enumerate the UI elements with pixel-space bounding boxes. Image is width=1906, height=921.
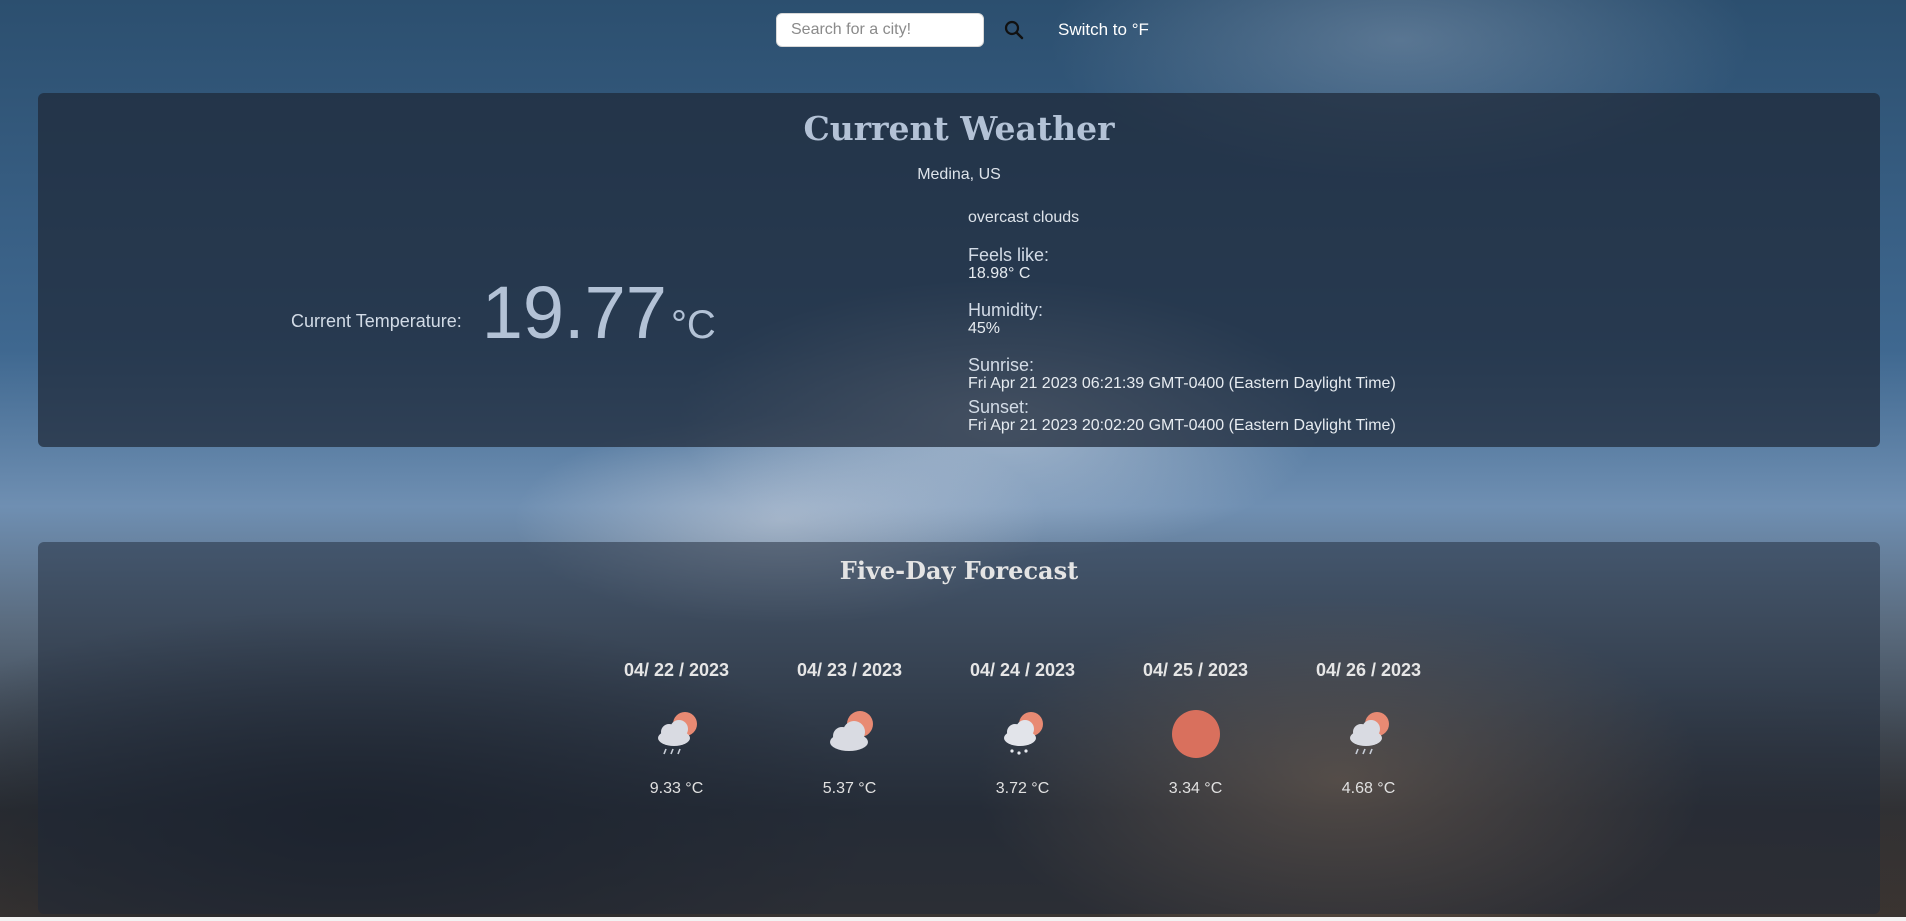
sunset-value: Fri Apr 21 2023 20:02:20 GMT-0400 (Easte… — [968, 417, 1396, 434]
forecast-day: 04/ 24 / 2023 3.72 °C — [936, 660, 1109, 798]
forecast-title: Five-Day Forecast — [839, 556, 1079, 585]
current-temperature-unit: °C — [670, 303, 716, 347]
feels-like-value: 18.98° C — [968, 265, 1031, 282]
five-day-forecast-panel: Five-Day Forecast 04/ 22 / 2023 9.33 °C … — [38, 542, 1880, 914]
forecast-days: 04/ 22 / 2023 9.33 °C 04/ 23 / 2023 5.37… — [590, 660, 1455, 798]
forecast-day: 04/ 26 / 2023 4.68 °C — [1282, 660, 1455, 798]
location-label: Medina, US — [917, 166, 1001, 183]
current-temperature-value: 19.77 — [481, 271, 667, 354]
current-temperature-label: Current Temperature: — [291, 311, 462, 331]
humidity-group: Humidity: 45% — [968, 300, 1396, 338]
humidity-label: Humidity: — [968, 300, 1044, 320]
search-icon — [1004, 20, 1024, 40]
forecast-temp: 5.37 °C — [822, 780, 877, 797]
forecast-temp: 9.33 °C — [649, 780, 704, 797]
forecast-day: 04/ 22 / 2023 9.33 °C — [590, 660, 763, 798]
search-bar: Switch to °F — [776, 13, 1149, 47]
sunrise-label: Sunrise: — [968, 355, 1035, 375]
unit-toggle-button[interactable]: Switch to °F — [1058, 20, 1149, 40]
current-temperature: Current Temperature: 19.77 °C — [291, 276, 716, 350]
current-weather-title: Current Weather — [803, 109, 1115, 148]
feels-like-label: Feels like: — [968, 245, 1050, 265]
forecast-date: 04/ 22 / 2023 — [623, 660, 730, 680]
forecast-temp: 4.68 °C — [1341, 780, 1396, 797]
forecast-temp: 3.34 °C — [1168, 780, 1223, 797]
sunset-label: Sunset: — [968, 397, 1030, 417]
forecast-temp: 3.72 °C — [995, 780, 1050, 797]
snow-cloud-sun-icon — [1003, 712, 1043, 755]
humidity-value: 45% — [968, 320, 1001, 337]
forecast-date: 04/ 26 / 2023 — [1315, 660, 1422, 680]
search-button[interactable] — [1002, 18, 1026, 42]
sunset-group: Sunset: Fri Apr 21 2023 20:02:20 GMT-040… — [968, 397, 1396, 435]
forecast-date: 04/ 25 / 2023 — [1142, 660, 1249, 680]
feels-like-group: Feels like: 18.98° C — [968, 245, 1396, 283]
cloud-sun-icon — [829, 711, 873, 751]
page-bottom-edge — [0, 917, 1906, 921]
forecast-date: 04/ 23 / 2023 — [796, 660, 903, 680]
current-weather-panel: Current Weather Medina, US Current Tempe… — [38, 93, 1880, 447]
forecast-date: 04/ 24 / 2023 — [969, 660, 1076, 680]
sunrise-value: Fri Apr 21 2023 06:21:39 GMT-0400 (Easte… — [968, 375, 1396, 392]
forecast-day: 04/ 25 / 2023 3.34 °C — [1109, 660, 1282, 798]
city-search-input[interactable] — [776, 13, 984, 47]
sunrise-group: Sunrise: Fri Apr 21 2023 06:21:39 GMT-04… — [968, 355, 1396, 393]
weather-details: overcast clouds Feels like: 18.98° C Hum… — [968, 209, 1396, 439]
rain-cloud-sun-icon — [1349, 712, 1389, 755]
weather-description: overcast clouds — [968, 209, 1080, 226]
forecast-day: 04/ 23 / 2023 5.37 °C — [763, 660, 936, 798]
rain-cloud-sun-icon — [657, 712, 697, 755]
sun-icon — [1171, 710, 1220, 758]
